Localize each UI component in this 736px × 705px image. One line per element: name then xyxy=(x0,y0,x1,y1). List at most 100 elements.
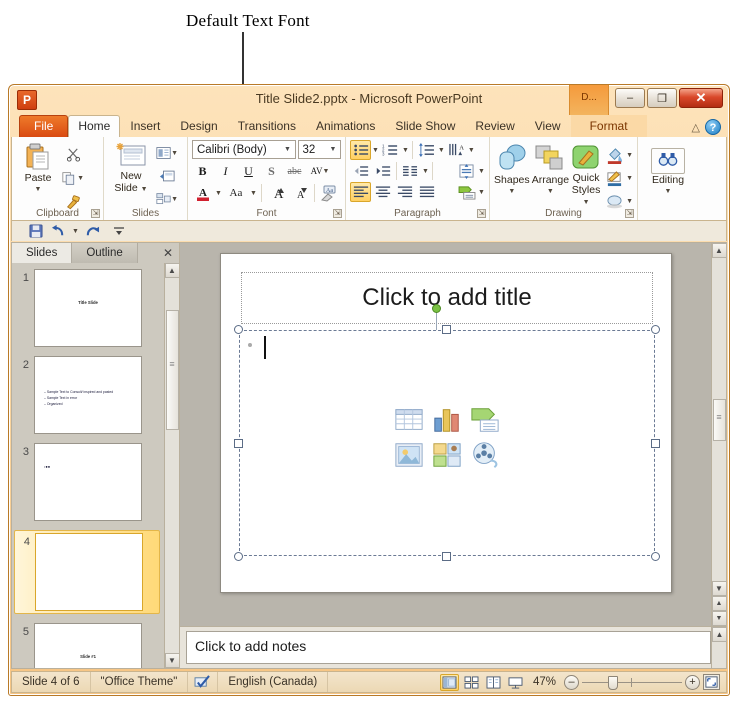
font-color-button[interactable]: A xyxy=(192,183,213,203)
slide-reset-button[interactable] xyxy=(156,165,178,187)
font-color-caret[interactable]: ▼ xyxy=(215,190,222,197)
spellcheck-status[interactable] xyxy=(188,672,219,692)
align-text-button[interactable] xyxy=(456,161,477,181)
previous-slide-button[interactable]: ▲ xyxy=(711,596,727,611)
notes-scrollbar[interactable]: ▲ xyxy=(711,627,727,668)
slide-counter[interactable]: Slide 4 of 6 xyxy=(12,672,91,692)
notes-placeholder[interactable]: Click to add notes xyxy=(186,631,711,664)
slide-show-view-button[interactable] xyxy=(506,674,525,691)
font-size-combo[interactable]: 32 ▼ xyxy=(297,140,341,159)
layout-dropdown-caret[interactable]: ▼ xyxy=(171,150,178,157)
slide-scroll-down-button[interactable]: ▼ xyxy=(711,581,727,596)
numbering-button[interactable]: 1 2 3 xyxy=(380,140,401,160)
copy-dropdown-caret[interactable]: ▼ xyxy=(77,175,84,182)
underline-button[interactable]: U xyxy=(238,161,259,181)
restore-button[interactable]: ❐ xyxy=(647,88,677,108)
slide-layout-button[interactable]: ▼ xyxy=(156,142,178,164)
insert-media-clip-icon[interactable] xyxy=(470,440,500,470)
shape-effects-caret[interactable]: ▼ xyxy=(626,198,633,205)
panel-scroll-down-button[interactable]: ▼ xyxy=(164,653,179,668)
change-case-button[interactable]: Aa xyxy=(224,183,248,203)
bold-button[interactable]: B xyxy=(192,161,213,181)
slide-thumbnail-3[interactable]: 3 :●● xyxy=(16,443,160,521)
smartart-caret[interactable]: ▼ xyxy=(478,189,485,196)
undo-dropdown-caret[interactable]: ▼ xyxy=(72,228,79,235)
new-slide-button[interactable]: New Slide ▼ xyxy=(108,140,154,210)
font-name-caret[interactable]: ▼ xyxy=(281,146,295,153)
tab-animations[interactable]: Animations xyxy=(306,115,385,137)
arrange-button[interactable]: Arrange ▼ xyxy=(532,142,569,212)
zoom-level[interactable]: 47% xyxy=(528,676,561,688)
slide-scroll-thumb[interactable] xyxy=(712,398,726,441)
minimize-ribbon-icon[interactable]: △ xyxy=(692,121,700,134)
line-spacing-button[interactable] xyxy=(416,140,437,160)
change-case-caret[interactable]: ▼ xyxy=(250,190,257,197)
zoom-slider-knob[interactable] xyxy=(608,675,618,690)
content-placeholder[interactable] xyxy=(239,330,655,556)
rotation-handle[interactable] xyxy=(432,304,441,313)
grow-font-button[interactable]: A xyxy=(266,183,287,203)
undo-button[interactable] xyxy=(50,223,66,239)
notes-scroll-up-button[interactable]: ▲ xyxy=(712,627,727,642)
tab-slide-show[interactable]: Slide Show xyxy=(385,115,465,137)
columns-button[interactable] xyxy=(400,161,421,181)
text-direction-caret[interactable]: ▼ xyxy=(468,147,475,154)
cut-button[interactable] xyxy=(62,143,84,165)
slide-canvas[interactable]: Click to add title xyxy=(220,253,672,593)
insert-chart-icon[interactable] xyxy=(432,405,462,435)
panel-scroll-up-button[interactable]: ▲ xyxy=(164,263,179,278)
copy-button[interactable]: ▼ xyxy=(62,167,84,189)
font-name-combo[interactable]: Calibri (Body) ▼ xyxy=(192,140,296,159)
shape-fill-button[interactable] xyxy=(603,144,625,166)
close-button[interactable]: ✕ xyxy=(679,88,723,108)
tab-format[interactable]: Format xyxy=(570,115,647,137)
bullets-button[interactable] xyxy=(350,140,371,160)
tab-view[interactable]: View xyxy=(525,115,571,137)
close-panel-button[interactable]: ✕ xyxy=(157,243,179,263)
section-dropdown-caret[interactable]: ▼ xyxy=(171,196,178,203)
clipboard-dialog-launcher[interactable]: ⇲ xyxy=(91,209,100,218)
theme-name[interactable]: "Office Theme" xyxy=(91,672,189,692)
help-icon[interactable]: ? xyxy=(705,119,721,135)
slide-thumbnail-5[interactable]: 5 Slide #1 xyxy=(16,623,160,668)
reading-view-button[interactable] xyxy=(484,674,503,691)
convert-to-smartart-button[interactable] xyxy=(456,182,477,202)
normal-view-button[interactable] xyxy=(439,673,459,691)
shapes-caret[interactable]: ▼ xyxy=(508,186,515,197)
next-slide-button[interactable]: ▼ xyxy=(711,611,727,626)
arrange-caret[interactable]: ▼ xyxy=(547,186,554,197)
font-size-caret[interactable]: ▼ xyxy=(326,146,340,153)
tab-design[interactable]: Design xyxy=(170,115,227,137)
slides-panel-scrollbar[interactable]: ▲ ▼ xyxy=(164,263,179,668)
editing-button[interactable]: Editing ▼ xyxy=(642,146,694,197)
resize-handle-top-center[interactable] xyxy=(442,325,451,334)
slide-vertical-scrollbar[interactable]: ▲ ▼ ▲ ▼ xyxy=(711,243,727,626)
drawing-dialog-launcher[interactable]: ⇲ xyxy=(625,209,634,218)
language-status[interactable]: English (Canada) xyxy=(218,672,329,692)
title-placeholder[interactable]: Click to add title xyxy=(241,272,653,324)
tab-home[interactable]: Home xyxy=(68,115,121,137)
tab-file[interactable]: File xyxy=(19,115,69,137)
shape-outline-button[interactable] xyxy=(603,167,625,189)
increase-indent-button[interactable] xyxy=(372,161,393,181)
character-spacing-button[interactable]: AV ▼ xyxy=(307,161,333,181)
align-center-button[interactable] xyxy=(372,182,393,202)
insert-table-icon[interactable] xyxy=(394,405,424,435)
font-dialog-launcher[interactable]: ⇲ xyxy=(333,209,342,218)
align-left-button[interactable] xyxy=(350,182,371,202)
minimize-button[interactable]: – xyxy=(615,88,645,108)
shape-outline-caret[interactable]: ▼ xyxy=(626,175,633,182)
panel-tab-outline[interactable]: Outline xyxy=(72,243,138,263)
paste-button[interactable]: Paste ▼ xyxy=(16,140,60,213)
tab-review[interactable]: Review xyxy=(465,115,524,137)
paragraph-dialog-launcher[interactable]: ⇲ xyxy=(477,209,486,218)
slide-thumbnail-1[interactable]: 1 Title Slide xyxy=(16,269,160,347)
tab-transitions[interactable]: Transitions xyxy=(228,115,306,137)
text-shadow-button[interactable]: S xyxy=(261,161,282,181)
quick-styles-button[interactable]: Quick Styles ▼ xyxy=(571,142,601,212)
insert-picture-icon[interactable] xyxy=(394,440,424,470)
editing-caret[interactable]: ▼ xyxy=(665,186,672,197)
fit-to-window-button[interactable] xyxy=(703,674,720,690)
slide-sorter-view-button[interactable] xyxy=(462,674,481,691)
slide-thumbnail-2[interactable]: 2 Sample Text to Consult/ inspired and p… xyxy=(16,356,160,434)
